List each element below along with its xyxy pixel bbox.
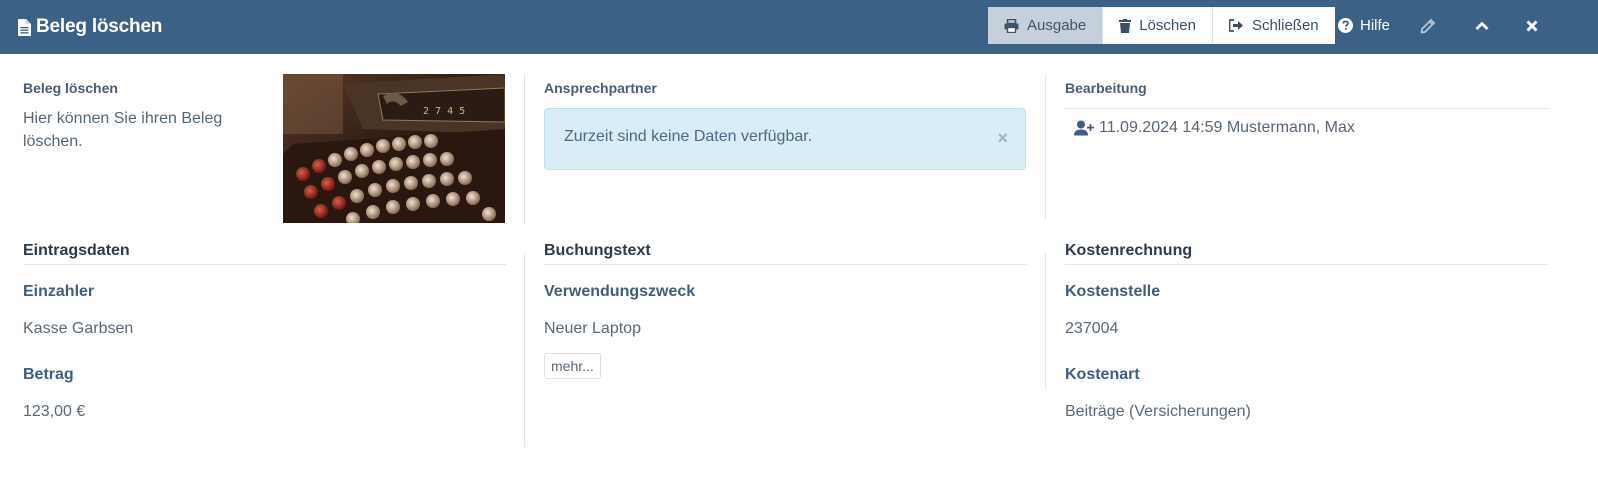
cost-type-value: Beiträge (Versicherungen) (1065, 403, 1251, 420)
print-icon (1004, 18, 1019, 33)
processing-label: Bearbeitung (1065, 80, 1147, 96)
cost-type-label: Kostenart (1065, 366, 1140, 383)
processing-log-entry: 11.09.2024 14:59 Mustermann, Max (1074, 119, 1355, 137)
pencil-icon (1420, 18, 1436, 34)
close-button[interactable] (1526, 7, 1545, 44)
edit-button[interactable] (1420, 7, 1443, 44)
column-divider (524, 74, 525, 224)
cost-accounting-title: Kostenrechnung (1065, 242, 1193, 259)
intro-description: Hier können Sie ihren Beleg löschen. (23, 110, 223, 150)
payer-value: Kasse Garbsen (23, 320, 134, 337)
column-divider (1045, 252, 1046, 390)
column-divider (1045, 74, 1046, 220)
title-bar: Beleg löschen Ausgabe Löschen Schließen … (0, 0, 1598, 54)
sign-out-icon (1228, 19, 1243, 32)
cash-register-image: 2 7 4 5 (283, 74, 505, 223)
column-divider (524, 252, 525, 447)
alert-message: Zurzeit sind keine Daten verfügbar. (564, 128, 813, 145)
processing-log-text: 11.09.2024 14:59 Mustermann, Max (1099, 119, 1355, 136)
output-button-label: Ausgabe (1027, 17, 1087, 34)
toolbar-button-group: Ausgabe Löschen Schließen (988, 7, 1335, 44)
collapse-button[interactable] (1475, 7, 1496, 44)
amount-value: 123,00 € (23, 403, 86, 420)
payer-label: Einzahler (23, 283, 95, 300)
amount-label: Betrag (23, 366, 74, 383)
entry-data-title: Eintragsdaten (23, 242, 130, 259)
question-circle-icon (1338, 18, 1353, 33)
trash-icon (1119, 18, 1132, 33)
close-window-button-label: Schließen (1251, 17, 1319, 34)
cost-center-label: Kostenstelle (1065, 283, 1161, 300)
divider (544, 264, 1027, 265)
delete-button-label: Löschen (1139, 17, 1196, 34)
close-icon (1526, 20, 1538, 31)
cost-center-value: 237004 (1065, 320, 1119, 337)
chevron-up-icon (1475, 21, 1489, 30)
divider (1065, 264, 1548, 265)
delete-button[interactable]: Löschen (1103, 7, 1213, 44)
divider (23, 264, 506, 265)
purpose-label: Verwendungszweck (544, 283, 696, 300)
more-button[interactable]: mehr... (544, 353, 601, 379)
no-data-alert: Zurzeit sind keine Daten verfügbar. × (544, 108, 1026, 170)
divider (1065, 108, 1548, 109)
intro-label: Beleg löschen (23, 80, 118, 96)
booking-text-title: Buchungstext (544, 242, 651, 259)
user-plus-icon (1074, 120, 1094, 136)
help-button-label: Hilfe (1360, 17, 1391, 34)
alert-close-icon[interactable]: × (997, 128, 1008, 149)
help-button[interactable]: Hilfe (1338, 7, 1390, 44)
svg-text:2 7 4 5: 2 7 4 5 (423, 106, 465, 117)
output-button[interactable]: Ausgabe (988, 7, 1104, 44)
document-icon (18, 18, 31, 36)
window-title: Beleg löschen (18, 14, 162, 40)
close-window-button[interactable]: Schließen (1212, 7, 1335, 44)
purpose-value: Neuer Laptop (544, 320, 641, 337)
window-title-text: Beleg löschen (36, 16, 163, 37)
contact-label: Ansprechpartner (544, 80, 657, 96)
